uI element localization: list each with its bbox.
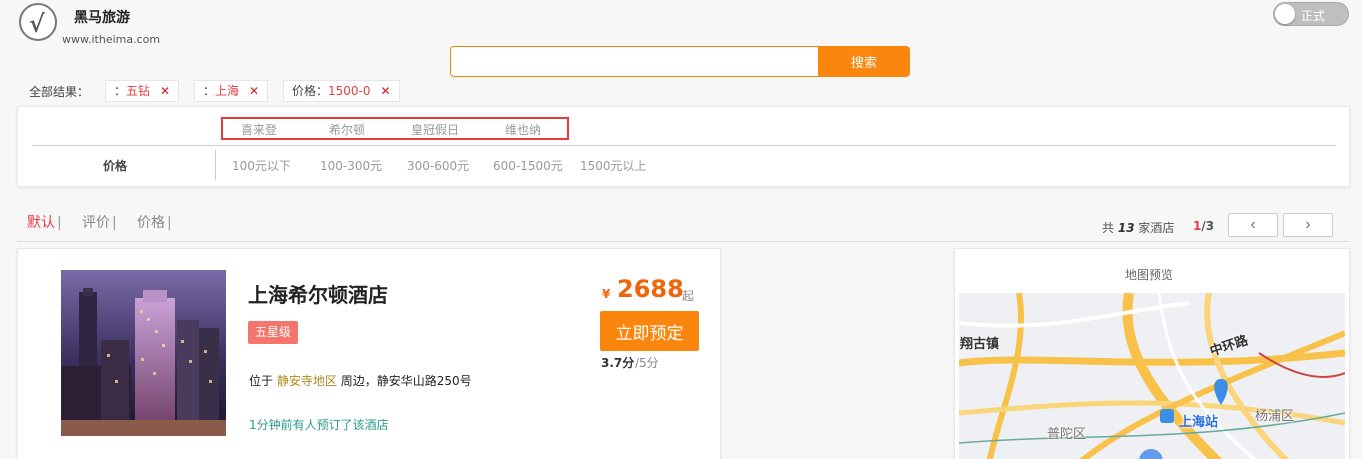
results-suffix: 家酒店 — [1138, 221, 1175, 235]
map-label: 上海站 — [1179, 415, 1219, 430]
hotel-score: 3.7分 — [601, 356, 635, 370]
price-option[interactable]: 300-600元 — [407, 157, 469, 174]
env-toggle[interactable]: 正式 — [1273, 2, 1349, 26]
toggle-knob[interactable] — [1275, 4, 1295, 24]
chip-prefix: 价格： — [292, 84, 329, 98]
remove-chip-icon[interactable]: ✕ — [160, 84, 170, 98]
crumbs-label: 全部结果： — [29, 85, 90, 99]
addr-district: 静安寺地区 — [276, 374, 337, 388]
brand-url: www.itheima.com — [62, 33, 161, 46]
brand-option[interactable]: 皇冠假日 — [411, 121, 459, 138]
hotel-photo[interactable] — [61, 270, 226, 436]
hotel-score-max: /5分 — [635, 356, 659, 370]
map-label: 普陀区 — [1047, 427, 1087, 442]
list-divider — [17, 241, 1350, 242]
price-option[interactable]: 100-300元 — [320, 157, 382, 174]
chip-value: 1500-0 — [328, 84, 371, 98]
results-prefix: 共 — [1102, 221, 1115, 235]
chevron-right-icon: › — [1305, 216, 1311, 233]
brand-option[interactable]: 喜来登 — [241, 121, 277, 138]
results-summary: 共 13 家酒店 — [1102, 219, 1174, 236]
horse-logo-icon: √ — [29, 9, 45, 38]
sort-rating[interactable]: 评价 | — [82, 212, 117, 232]
sort-label: 评价 — [82, 215, 110, 231]
sort-label: 默认 — [27, 215, 55, 231]
recent-booking-note: 1分钟前有人预订了该酒店 — [249, 418, 389, 432]
price-filter-label: 价格 — [103, 159, 128, 173]
remove-chip-icon[interactable]: ✕ — [381, 84, 391, 98]
panel-divider — [32, 145, 1336, 146]
hotel-photo-image — [61, 270, 226, 436]
hotel-price: 2688 — [617, 275, 684, 303]
price-suffix: 起 — [682, 289, 695, 303]
env-toggle-label: 正式 — [1301, 9, 1326, 23]
search-button[interactable]: 搜索 — [818, 46, 910, 77]
chip-prefix: ： — [114, 84, 127, 98]
map-roads — [959, 293, 1345, 459]
map-label: 杨浦区 — [1255, 409, 1295, 424]
remove-chip-icon[interactable]: ✕ — [249, 84, 259, 98]
brand-logo: √ — [19, 3, 57, 41]
brand-name: 黑马旅游 — [74, 10, 130, 26]
currency-symbol: ¥ — [602, 287, 611, 301]
filter-panel — [17, 106, 1350, 187]
hotel-name[interactable]: 上海希尔顿酒店 — [248, 279, 388, 308]
search-input[interactable] — [450, 46, 819, 77]
map-preview[interactable]: 翔古镇 中环路 上海站 杨浦区 普陀区 — [959, 293, 1345, 459]
sort-default[interactable]: 默认 | — [27, 212, 62, 232]
chip-prefix: ： — [203, 84, 216, 98]
price-option[interactable]: 100元以下 — [232, 157, 291, 174]
map-title: 地图预览 — [1125, 268, 1174, 282]
book-now-button[interactable]: 立即预定 — [600, 311, 699, 351]
map-label: 翔古镇 — [960, 337, 1000, 352]
filter-chip-star: ：五钻 ✕ — [105, 80, 180, 102]
price-option[interactable]: 1500元以上 — [580, 157, 647, 174]
filter-chip-price: 价格：1500-0 ✕ — [283, 80, 400, 102]
chevron-left-icon: ‹ — [1250, 216, 1256, 233]
chip-value: 五钻 — [126, 84, 151, 98]
brand-option[interactable]: 希尔顿 — [329, 121, 365, 138]
sort-separator: | — [167, 215, 172, 231]
addr-prefix: 位于 — [249, 374, 274, 388]
panel-vline — [215, 150, 216, 180]
sort-separator: | — [112, 215, 117, 231]
star-badge: 五星级 — [248, 321, 299, 344]
sort-label: 价格 — [137, 215, 165, 231]
results-count: 13 — [1117, 221, 1135, 235]
hotel-address: 位于 静安寺地区 周边，静安华山路250号 — [249, 372, 472, 389]
chip-value: 上海 — [215, 84, 240, 98]
next-page-button[interactable]: › — [1283, 213, 1333, 237]
prev-page-button[interactable]: ‹ — [1228, 213, 1278, 237]
page-total: /3 — [1201, 219, 1215, 233]
page-indicator: 1/3 — [1193, 219, 1214, 233]
brand-option[interactable]: 维也纳 — [505, 121, 541, 138]
filter-chip-city: ：上海 ✕ — [194, 80, 269, 102]
sort-price[interactable]: 价格 | — [137, 212, 172, 232]
addr-suffix: 周边，静安华山路250号 — [340, 374, 472, 388]
price-option[interactable]: 600-1500元 — [493, 157, 563, 174]
sort-separator: | — [57, 215, 62, 231]
